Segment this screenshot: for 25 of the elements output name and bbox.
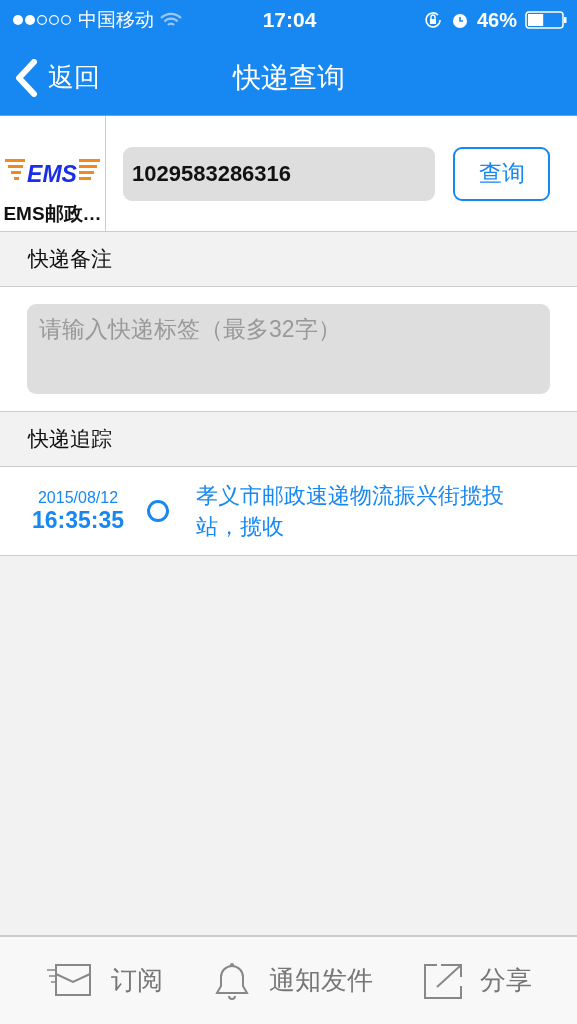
rotation-lock-icon xyxy=(422,10,443,30)
chevron-left-icon xyxy=(14,58,38,97)
timeline-dot xyxy=(147,500,169,522)
signal-icon xyxy=(12,14,72,26)
event-date: 2015/08/12 xyxy=(37,488,119,507)
carrier-name: EMS邮政… xyxy=(3,202,102,226)
alarm-icon xyxy=(450,11,469,29)
toolbar-button[interactable]: 订阅 xyxy=(45,963,164,998)
envelope-icon xyxy=(45,963,94,998)
clock-time: 17:04 xyxy=(262,8,317,32)
carrier-name: 中国移动 xyxy=(78,8,154,32)
event-description: 孝义市邮政速递物流振兴街揽投站，揽收 xyxy=(196,482,505,541)
share-icon xyxy=(423,962,462,999)
battery-percent: 46% xyxy=(476,8,517,32)
tracking-number-field[interactable]: 1029583286316 xyxy=(123,146,435,201)
wifi-icon xyxy=(160,12,182,28)
event-time: 16:35:35 xyxy=(31,506,125,534)
page-title: 快递查询 xyxy=(232,60,345,95)
back-button[interactable]: 返回 xyxy=(14,58,100,97)
carrier-logo: EMS xyxy=(5,155,100,189)
toolbar-button[interactable]: 通知发件 xyxy=(213,960,374,1001)
query-button[interactable]: 查询 xyxy=(453,146,550,201)
toolbar-button[interactable]: 分享 xyxy=(423,962,532,999)
battery-icon xyxy=(525,11,567,29)
remark-field[interactable]: 请输入快递标签（最多32字） xyxy=(27,304,550,394)
